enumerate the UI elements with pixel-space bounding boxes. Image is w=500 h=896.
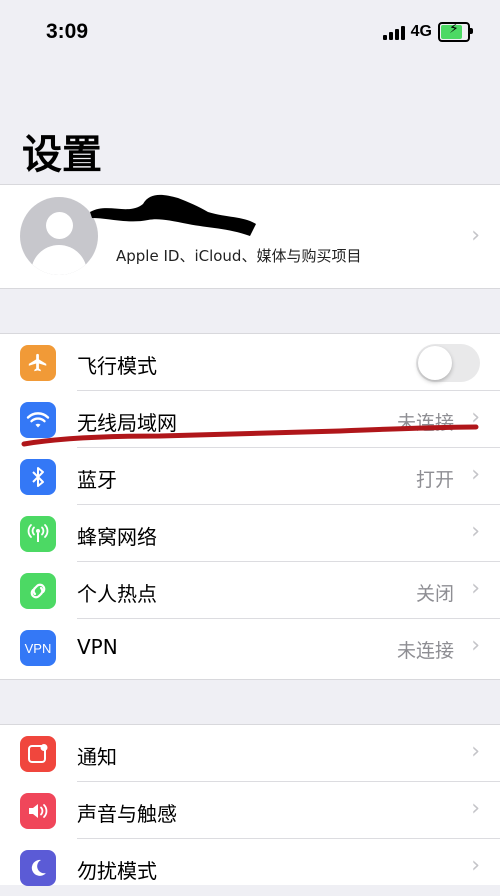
notification-settings-group: 通知 › 声音与触感 › 勿扰模式 ›	[0, 724, 500, 886]
sound-icon	[20, 793, 56, 829]
settings-row-vpn[interactable]: VPN VPN 未连接 ›	[0, 619, 500, 676]
row-label: 声音与触感	[77, 802, 177, 826]
settings-row-personal-hotspot[interactable]: 个人热点 关闭 ›	[0, 562, 500, 619]
wifi-icon	[20, 402, 56, 438]
cellular-icon	[20, 516, 56, 552]
settings-row-bluetooth[interactable]: 蓝牙 打开 ›	[0, 448, 500, 505]
row-value: 未连接	[396, 412, 454, 434]
chevron-right-icon: ›	[471, 462, 480, 487]
settings-row-notifications[interactable]: 通知 ›	[0, 725, 500, 782]
row-label: VPN	[77, 635, 118, 659]
chevron-right-icon: ›	[471, 739, 480, 764]
bluetooth-icon	[20, 459, 56, 495]
row-label: 飞行模式	[77, 354, 157, 378]
connectivity-settings-group: 飞行模式 无线局域网 未连接 › 蓝牙 打开 › 蜂窝网络 › 个人热点 关闭 …	[0, 333, 500, 680]
chevron-right-icon: ›	[471, 576, 480, 601]
chevron-right-icon: ›	[471, 223, 480, 248]
row-label: 个人热点	[77, 582, 157, 606]
status-indicators: 4G ⚡	[382, 21, 473, 42]
status-bar: 3:09 4G ⚡	[0, 0, 500, 62]
settings-row-wifi[interactable]: 无线局域网 未连接 ›	[0, 391, 500, 448]
moon-icon	[20, 850, 56, 886]
hotspot-icon	[20, 573, 56, 609]
status-time: 3:09	[46, 20, 89, 43]
row-value: 未连接	[396, 640, 454, 662]
charging-bolt-icon: ⚡	[449, 21, 459, 37]
chevron-right-icon: ›	[471, 853, 480, 878]
chevron-right-icon: ›	[471, 405, 480, 430]
chevron-right-icon: ›	[471, 633, 480, 658]
chevron-right-icon: ›	[471, 796, 480, 821]
row-label: 勿扰模式	[77, 859, 157, 883]
row-label: 蓝牙	[77, 468, 117, 492]
name-redaction-scribble	[90, 194, 256, 236]
airplane-mode-toggle[interactable]	[416, 344, 480, 382]
row-value: 打开	[415, 469, 454, 491]
avatar	[20, 197, 98, 275]
airplane-icon	[20, 345, 56, 381]
settings-row-do-not-disturb[interactable]: 勿扰模式 ›	[0, 839, 500, 896]
page-title: 设置	[22, 132, 102, 178]
network-type: 4G	[410, 23, 432, 40]
notifications-icon	[20, 736, 56, 772]
profile-subtitle: Apple ID、iCloud、媒体与购买项目	[116, 247, 362, 265]
vpn-icon: VPN	[20, 630, 56, 666]
settings-row-airplane-mode[interactable]: 飞行模式	[0, 334, 500, 391]
row-label: 无线局域网	[77, 411, 177, 435]
settings-row-sounds-haptics[interactable]: 声音与触感 ›	[0, 782, 500, 839]
chevron-right-icon: ›	[471, 519, 480, 544]
row-label: 蜂窝网络	[77, 525, 157, 549]
signal-strength-icon	[382, 24, 405, 40]
row-value: 关闭	[415, 583, 454, 605]
row-label: 通知	[77, 745, 117, 769]
battery-icon: ⚡	[438, 21, 473, 42]
settings-row-cellular[interactable]: 蜂窝网络 ›	[0, 505, 500, 562]
